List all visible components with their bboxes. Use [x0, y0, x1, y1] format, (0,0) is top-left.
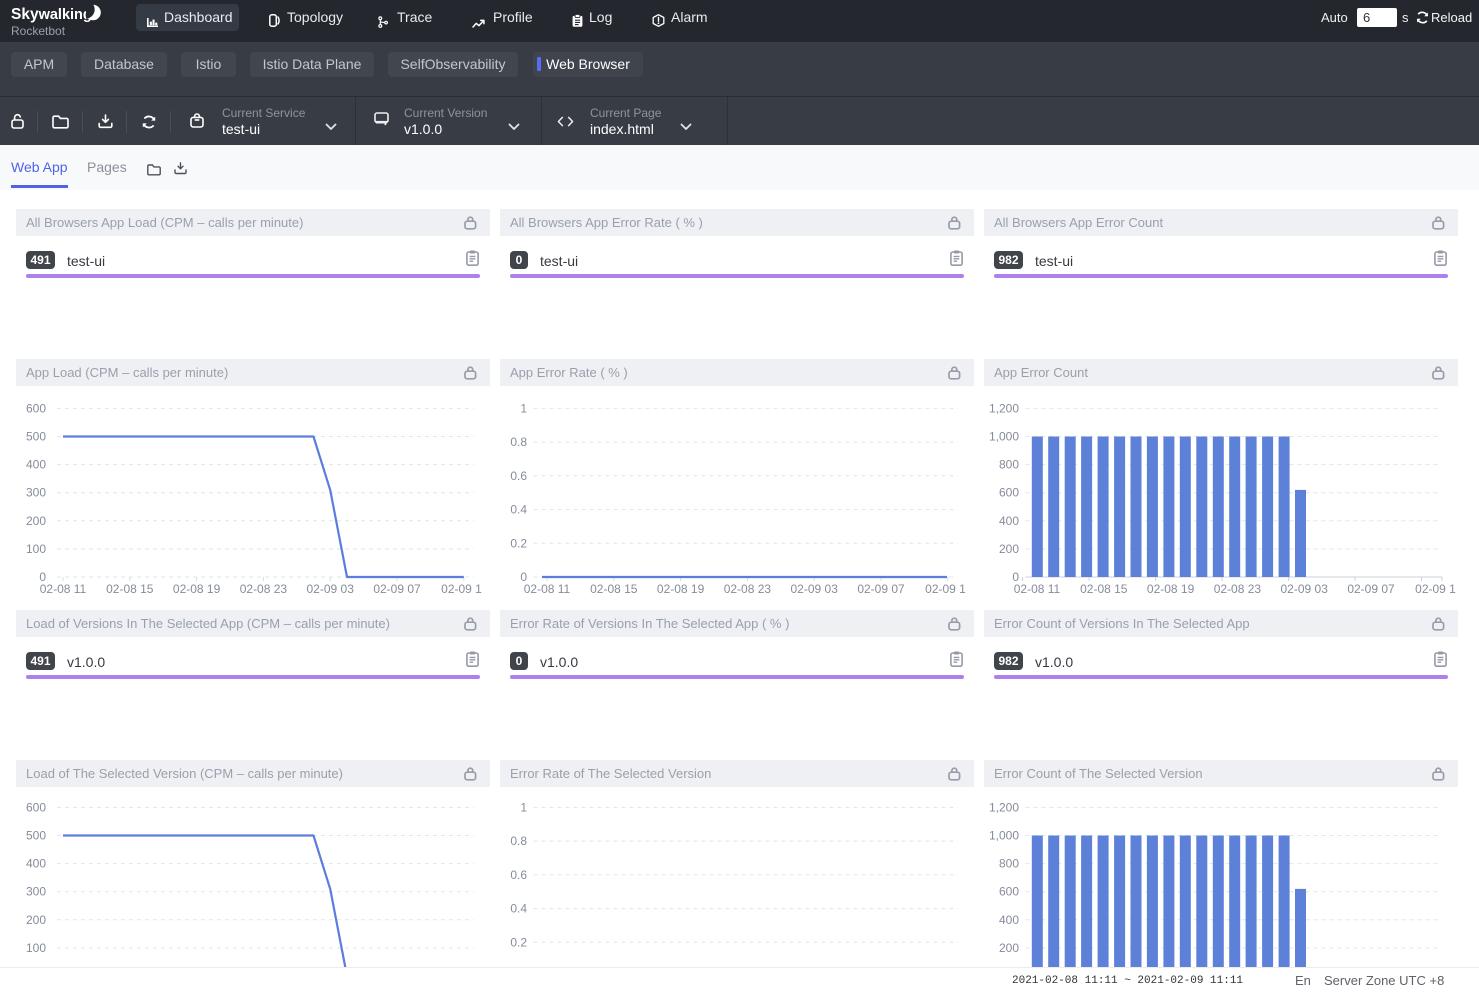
- svg-text:100: 100: [26, 542, 46, 556]
- svg-text:02-09 03: 02-09 03: [1281, 582, 1329, 596]
- svg-text:600: 600: [26, 800, 46, 814]
- svg-text:02-08 23: 02-08 23: [1214, 582, 1262, 596]
- svg-text:0.8: 0.8: [510, 834, 527, 848]
- svg-text:02-09 03: 02-09 03: [791, 582, 839, 596]
- svg-text:02-08 15: 02-08 15: [1080, 582, 1128, 596]
- svg-text:02-08 19: 02-08 19: [657, 582, 705, 596]
- svg-text:02-08 19: 02-08 19: [1147, 582, 1195, 596]
- svg-text:0.4: 0.4: [510, 503, 527, 517]
- svg-text:02-08 11: 02-08 11: [40, 582, 87, 596]
- svg-text:02-09 1: 02-09 1: [925, 582, 966, 596]
- svg-text:600: 600: [999, 885, 1019, 899]
- svg-text:02-08 11: 02-08 11: [524, 582, 571, 596]
- svg-text:100: 100: [26, 941, 46, 955]
- svg-text:0.2: 0.2: [510, 935, 527, 949]
- svg-text:0.6: 0.6: [510, 469, 527, 483]
- svg-text:600: 600: [999, 486, 1019, 500]
- svg-text:02-08 15: 02-08 15: [590, 582, 638, 596]
- svg-text:0.6: 0.6: [510, 868, 527, 882]
- svg-text:02-09 07: 02-09 07: [857, 582, 905, 596]
- svg-text:400: 400: [26, 458, 46, 472]
- svg-text:0.2: 0.2: [510, 536, 527, 550]
- svg-text:02-08 15: 02-08 15: [106, 582, 154, 596]
- svg-text:02-08 23: 02-08 23: [724, 582, 772, 596]
- svg-text:600: 600: [26, 401, 46, 415]
- svg-text:1,200: 1,200: [989, 800, 1019, 814]
- svg-text:1,200: 1,200: [989, 401, 1019, 415]
- svg-text:02-09 03: 02-09 03: [307, 582, 355, 596]
- svg-text:0.4: 0.4: [510, 902, 527, 916]
- svg-text:02-09 07: 02-09 07: [373, 582, 421, 596]
- svg-text:300: 300: [26, 885, 46, 899]
- svg-text:400: 400: [999, 913, 1019, 927]
- svg-text:200: 200: [999, 941, 1019, 955]
- svg-text:1: 1: [520, 401, 527, 415]
- svg-text:02-09 07: 02-09 07: [1347, 582, 1395, 596]
- svg-text:200: 200: [26, 913, 46, 927]
- svg-text:800: 800: [999, 458, 1019, 472]
- svg-text:02-08 11: 02-08 11: [1014, 582, 1061, 596]
- svg-text:02-08 19: 02-08 19: [173, 582, 221, 596]
- svg-text:300: 300: [26, 486, 46, 500]
- svg-text:500: 500: [26, 829, 46, 843]
- svg-text:1: 1: [520, 800, 527, 814]
- svg-text:500: 500: [26, 430, 46, 444]
- svg-text:02-09 1: 02-09 1: [1415, 582, 1456, 596]
- svg-text:02-09 1: 02-09 1: [441, 582, 482, 596]
- svg-text:1,000: 1,000: [989, 829, 1019, 843]
- svg-text:800: 800: [999, 857, 1019, 871]
- svg-text:0.8: 0.8: [510, 435, 527, 449]
- svg-text:02-08 23: 02-08 23: [240, 582, 288, 596]
- svg-text:400: 400: [26, 857, 46, 871]
- svg-text:1,000: 1,000: [989, 430, 1019, 444]
- svg-text:200: 200: [26, 514, 46, 528]
- svg-text:400: 400: [999, 514, 1019, 528]
- svg-text:200: 200: [999, 542, 1019, 556]
